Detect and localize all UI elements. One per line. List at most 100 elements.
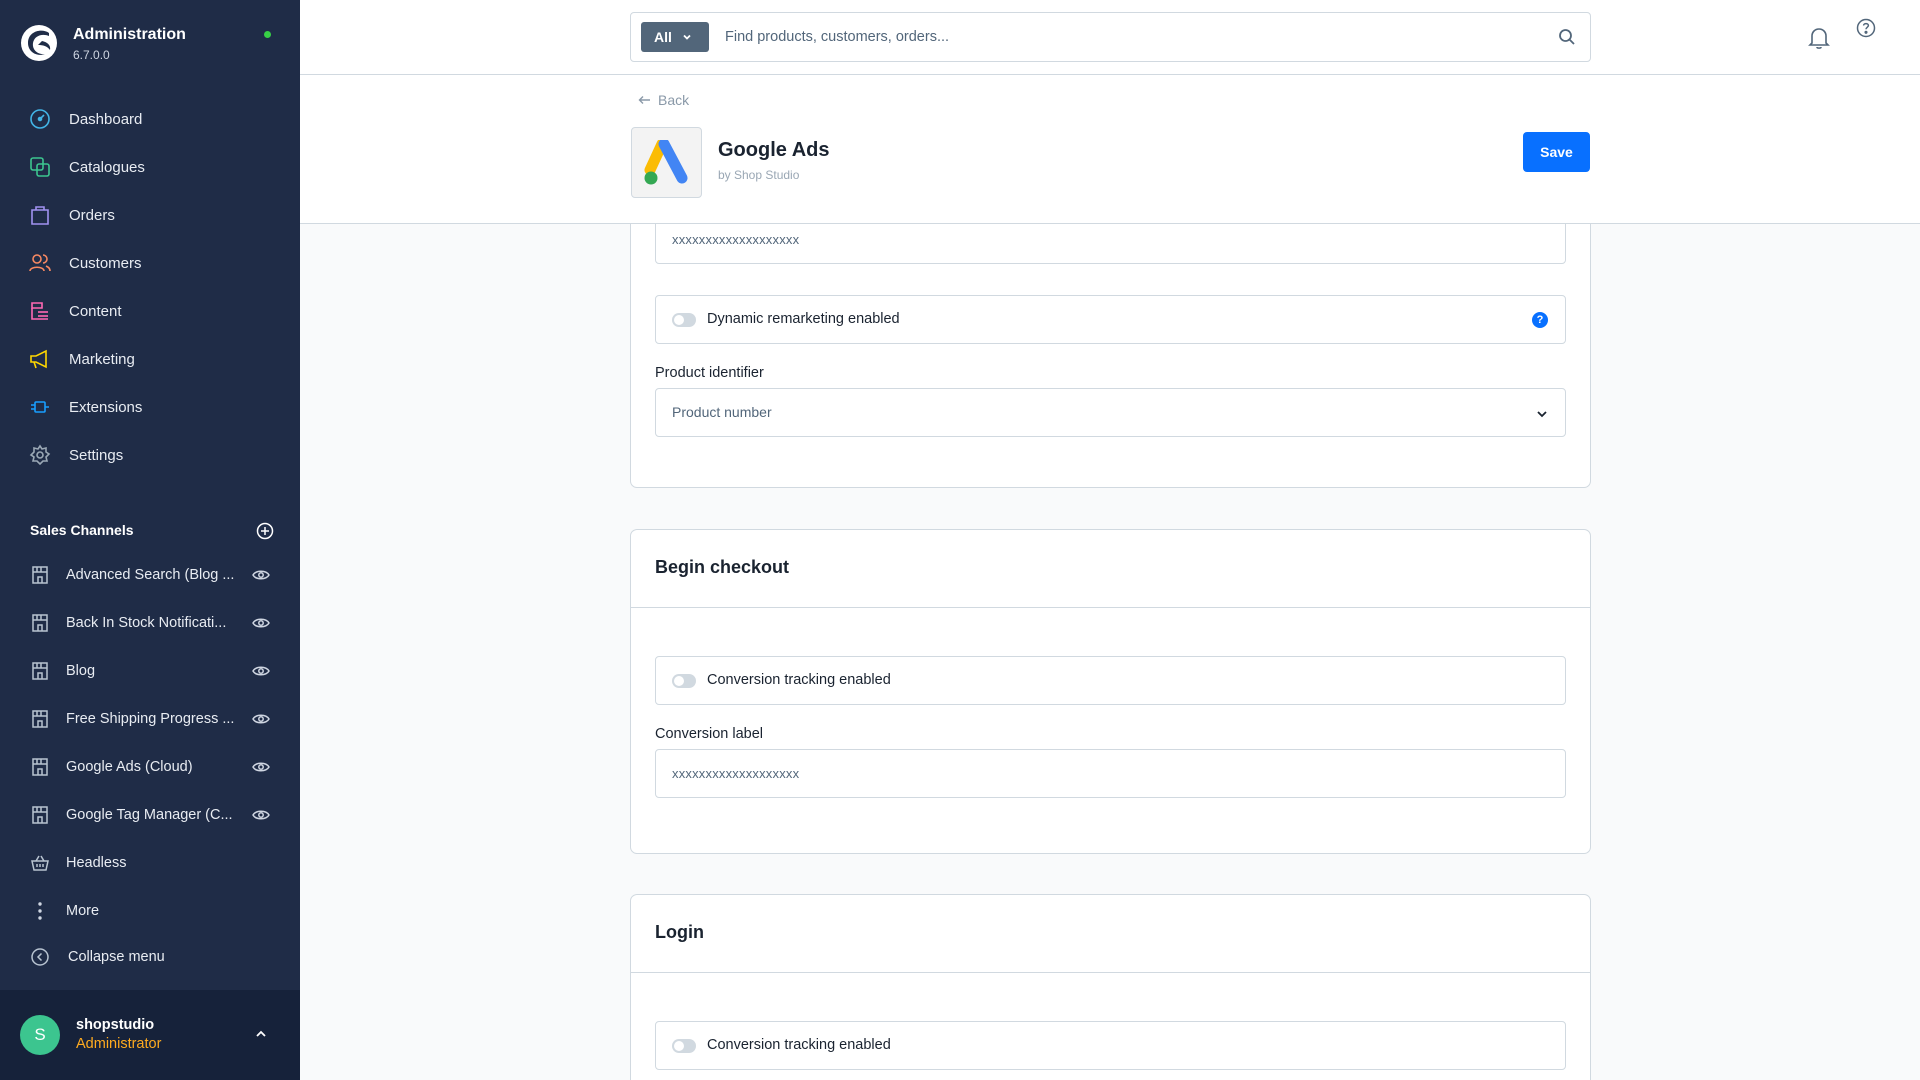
eye-icon[interactable] <box>251 710 271 728</box>
app-title: Administration <box>73 26 186 43</box>
sales-channel-item[interactable]: Google Ads (Cloud) <box>0 747 300 787</box>
conversion-label-caption: Conversion label <box>655 726 764 742</box>
nav-label: Marketing <box>69 350 135 368</box>
top-bar: All <box>300 0 1920 75</box>
settings-icon <box>28 443 52 467</box>
nav-item-extensions[interactable]: Extensions <box>0 387 300 427</box>
card-header: Begin checkout <box>631 530 1590 608</box>
product-identifier-select[interactable]: Product number <box>655 388 1566 437</box>
chevron-down-icon <box>683 34 691 40</box>
storefront-icon <box>32 758 48 776</box>
sales-channel-item[interactable]: Advanced Search (Blog ... <box>0 555 300 595</box>
more-label: More <box>66 903 100 919</box>
search-type-dropdown[interactable]: All <box>641 22 709 52</box>
smart-bar: Back Google Ads by Shop Studio Save <box>300 75 1920 224</box>
user-name: shopstudio <box>76 1017 155 1033</box>
brand[interactable]: Administration 6.7.0.0 <box>20 22 280 66</box>
product-identifier-label: Product identifier <box>655 365 764 381</box>
card-title: Begin checkout <box>655 557 790 577</box>
sales-channel-label: Blog <box>66 663 96 679</box>
content-icon <box>28 299 52 323</box>
user-panel[interactable]: S shopstudio Administrator <box>0 990 300 1080</box>
chevron-down-icon <box>1537 411 1547 418</box>
help-icon[interactable] <box>1856 18 1876 38</box>
conversion-tracking-toggle[interactable] <box>672 674 696 688</box>
conversion-tracking-toggle[interactable] <box>672 1039 696 1053</box>
sales-channels-title: Sales Channels <box>30 522 134 538</box>
nav-item-marketing[interactable]: Marketing <box>0 339 300 379</box>
sales-channel-item[interactable]: Free Shipping Progress ... <box>0 699 300 739</box>
remarketing-toggle-row: Dynamic remarketing enabled ? <box>655 295 1566 344</box>
select-value: Product number <box>672 404 772 420</box>
app-version: 6.7.0.0 <box>73 48 110 62</box>
sales-channel-label: Free Shipping Progress ... <box>66 711 235 727</box>
google-ads-logo <box>631 127 702 198</box>
storefront-icon <box>32 566 48 584</box>
nav-label: Customers <box>69 254 142 272</box>
sales-channel-label: Back In Stock Notificati... <box>66 615 227 631</box>
storefront-icon <box>32 614 48 632</box>
nav-item-dashboard[interactable]: Dashboard <box>0 99 300 139</box>
sales-channel-item[interactable]: Blog <box>0 651 300 691</box>
storefront-icon <box>32 806 48 824</box>
nav-label: Content <box>69 302 122 320</box>
help-icon[interactable]: ? <box>1532 312 1548 328</box>
customers-icon <box>28 251 52 275</box>
eye-icon[interactable] <box>251 566 271 584</box>
conversion-tracking-toggle-row: Conversion tracking enabled <box>655 1021 1566 1070</box>
sales-channel-label: Google Tag Manager (C... <box>66 807 233 823</box>
nav-item-customers[interactable]: Customers <box>0 243 300 283</box>
search-type-label: All <box>654 29 672 45</box>
login-card: Login Conversion tracking enabled <box>630 894 1591 1080</box>
card-title: Login <box>655 922 704 942</box>
remarketing-toggle[interactable] <box>672 313 696 327</box>
eye-icon[interactable] <box>251 614 271 632</box>
card-header: Login <box>631 895 1590 973</box>
remarketing-card: xxxxxxxxxxxxxxxxxxx Dynamic remarketing … <box>630 224 1591 488</box>
add-sales-channel-icon[interactable] <box>255 521 275 541</box>
collapse-label: Collapse menu <box>68 949 165 965</box>
nav-item-content[interactable]: Content <box>0 291 300 331</box>
nav-item-catalogues[interactable]: Catalogues <box>0 147 300 187</box>
nav-item-settings[interactable]: Settings <box>0 435 300 475</box>
nav-label: Settings <box>69 446 124 464</box>
more-vertical-icon <box>38 902 42 920</box>
search-icon[interactable] <box>1558 28 1576 46</box>
eye-icon[interactable] <box>251 806 271 824</box>
global-search: All <box>630 12 1591 62</box>
back-label: Back <box>658 92 690 108</box>
eye-icon[interactable] <box>251 662 271 680</box>
eye-icon[interactable] <box>251 758 271 776</box>
more-button[interactable]: More <box>0 891 300 931</box>
chevron-up-icon[interactable] <box>253 1026 269 1042</box>
conversion-label-field[interactable]: xxxxxxxxxxxxxxxxxxx <box>655 749 1566 798</box>
extensions-icon <box>28 395 52 419</box>
collapse-menu-button[interactable]: Collapse menu <box>0 937 300 977</box>
orders-icon <box>28 203 52 227</box>
back-link[interactable]: Back <box>638 92 689 108</box>
sales-channel-item[interactable]: Back In Stock Notificati... <box>0 603 300 643</box>
sales-channels-header: Sales Channels <box>30 520 275 542</box>
nav-item-orders[interactable]: Orders <box>0 195 300 235</box>
sales-channel-label: Advanced Search (Blog ... <box>66 567 235 583</box>
collapse-icon <box>31 948 49 966</box>
extension-title: Google Ads <box>718 139 830 161</box>
headless-icon <box>31 855 49 871</box>
dashboard-icon <box>28 107 52 131</box>
conversion-tracking-label: Conversion tracking enabled <box>707 1037 891 1053</box>
catalogues-icon <box>28 155 52 179</box>
sales-channel-item[interactable]: Headless <box>0 843 300 883</box>
nav-label: Catalogues <box>69 158 145 176</box>
notification-bell-icon[interactable] <box>1808 26 1830 50</box>
conversion-tracking-label: Conversion tracking enabled <box>707 672 891 688</box>
search-input[interactable] <box>723 23 1523 51</box>
google-ads-icon <box>644 139 687 184</box>
conversion-id-field[interactable]: xxxxxxxxxxxxxxxxxxx <box>655 224 1566 264</box>
save-button[interactable]: Save <box>1523 132 1590 172</box>
sidebar: Administration 6.7.0.0 Dashboard Catalog… <box>0 0 300 1080</box>
sales-channel-item[interactable]: Google Tag Manager (C... <box>0 795 300 835</box>
extension-vendor: by Shop Studio <box>718 168 800 182</box>
begin-checkout-card: Begin checkout Conversion tracking enabl… <box>630 529 1591 854</box>
avatar: S <box>20 1015 60 1055</box>
nav-label: Extensions <box>69 398 143 416</box>
